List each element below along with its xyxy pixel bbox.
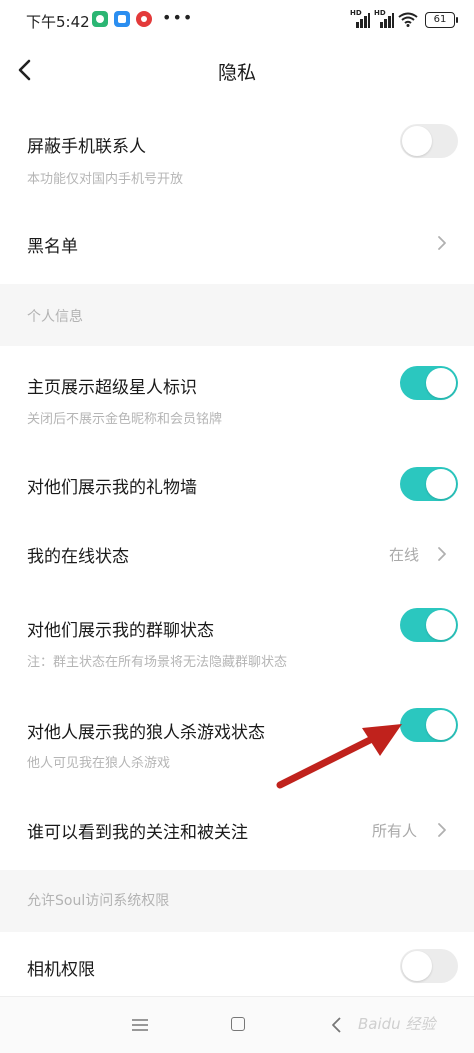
group-chat-status-label: 对他们展示我的群聊状态 [27,621,214,641]
section-title: 个人信息 [27,309,83,325]
toggle-knob [426,610,456,640]
page-title: 隐私 [217,62,256,84]
chevron-right-icon [438,547,446,561]
signal-icon: HD [374,9,394,28]
gift-wall-toggle[interactable] [400,467,458,501]
system-nav-bar: Baidu 经验 [0,996,474,1053]
blacklist-label: 黑名单 [27,237,78,257]
chevron-right-icon [438,236,446,250]
notification-app-blue-icon [114,11,130,27]
group-chat-status-desc: 注：群主状态在所有场景将无法隐藏群聊状态 [27,655,288,670]
section-header-system-permissions: 允许Soul访问系统权限 [0,870,474,932]
block-contacts-desc: 本功能仅对国内手机号开放 [27,172,184,187]
block-contacts-label: 屏蔽手机联系人 [27,137,146,157]
section-header-personal-info: 个人信息 [0,284,474,346]
toggle-knob [402,951,432,981]
toggle-knob [426,368,456,398]
status-time: 下午5:42 [26,13,90,31]
toggle-knob [426,469,456,499]
chevron-right-icon [438,823,446,837]
online-status-row[interactable]: 我的在线状态 在线 [0,522,474,586]
werewolf-status-label: 对他人展示我的狼人杀游戏状态 [27,723,265,743]
status-bar: 下午5:42 ••• HD HD 61 [0,0,474,40]
superstar-badge-desc: 关闭后不展示金色昵称和会员铭牌 [27,412,223,427]
werewolf-status-desc: 他人可见我在狼人杀游戏 [27,756,171,771]
menu-icon[interactable] [131,1019,149,1031]
notification-app-green-icon [92,11,108,27]
toggle-knob [402,126,432,156]
toggle-knob [426,710,456,740]
gift-wall-label: 对他们展示我的礼物墙 [27,478,197,498]
block-contacts-toggle[interactable] [400,124,458,158]
home-square-icon[interactable] [231,1017,245,1031]
online-status-label: 我的在线状态 [27,547,129,567]
online-status-value: 在线 [389,546,420,564]
more-notifications-icon: ••• [162,8,194,27]
group-chat-status-toggle[interactable] [400,608,458,642]
gift-wall-row: 对他们展示我的礼物墙 [0,446,474,522]
camera-permission-label: 相机权限 [27,960,95,980]
camera-permission-row: 相机权限 [0,932,474,996]
baidu-watermark: Baidu 经验 [358,1015,436,1033]
superstar-badge-toggle[interactable] [400,366,458,400]
notification-app-red-icon [136,11,152,27]
battery-icon: 61 [425,12,458,28]
wifi-icon [398,12,418,27]
back-triangle-icon[interactable] [330,1016,342,1034]
follow-visibility-value: 所有人 [372,822,418,840]
header: 隐私 [0,40,474,100]
group-chat-status-row: 对他们展示我的群聊状态 注：群主状态在所有场景将无法隐藏群聊状态 [0,586,474,692]
block-contacts-row: 屏蔽手机联系人 本功能仅对国内手机号开放 [0,100,474,210]
camera-permission-toggle[interactable] [400,949,458,983]
superstar-badge-row: 主页展示超级星人标识 关闭后不展示金色昵称和会员铭牌 [0,346,474,446]
annotation-arrow-icon [276,724,402,789]
blacklist-row[interactable]: 黑名单 [0,210,474,280]
follow-visibility-label: 谁可以看到我的关注和被关注 [27,823,248,843]
superstar-badge-label: 主页展示超级星人标识 [27,378,197,398]
section-title: 允许Soul访问系统权限 [27,893,170,909]
follow-visibility-row[interactable]: 谁可以看到我的关注和被关注 所有人 [0,796,474,866]
signal-icon: HD [350,9,370,28]
